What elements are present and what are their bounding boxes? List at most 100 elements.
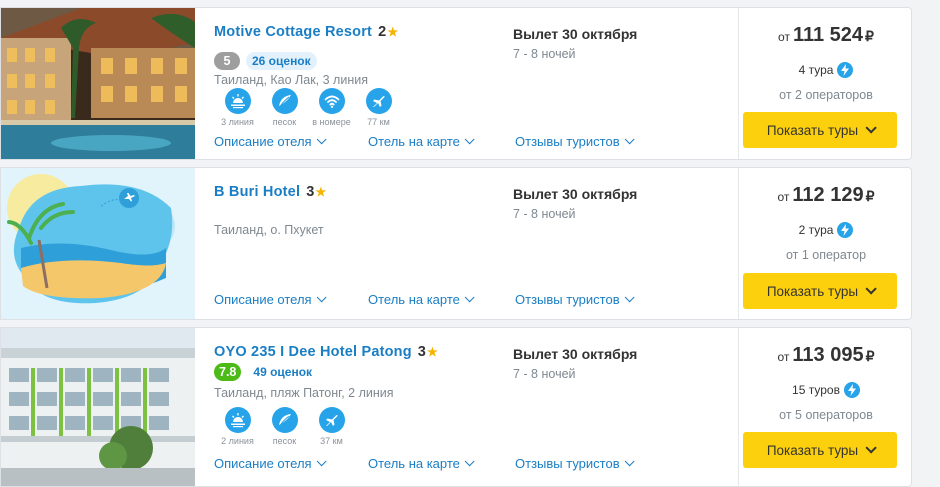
departure-date: Вылет 30 октября	[513, 186, 638, 202]
hotel-location: Таиланд, пляж Патонг, 2 линия	[214, 386, 394, 400]
hotel-photo[interactable]	[1, 8, 195, 159]
hotel-photo[interactable]	[1, 168, 195, 319]
hotel-name-text[interactable]: OYO 235 I Dee Hotel Patong	[214, 344, 412, 360]
amenity-label: 2 линия	[221, 436, 254, 446]
reviews-count[interactable]: 49 оценок	[247, 363, 319, 381]
chevron-down-icon	[865, 122, 877, 134]
price-line: от 111 524 ₽	[739, 24, 911, 47]
amenity-item: 77 км	[355, 88, 402, 127]
show-tours-button[interactable]: Показать туры	[743, 112, 897, 148]
sand-icon	[271, 88, 298, 114]
show-tours-button[interactable]: Показать туры	[743, 432, 897, 468]
amenity-item: песок	[261, 88, 308, 127]
price-from: от	[777, 190, 790, 204]
link-label[interactable]: Отель на карте	[368, 292, 460, 307]
chevron-down-icon	[316, 456, 327, 467]
price-value: 111 524	[792, 24, 864, 46]
operators-count: от 5 операторов	[779, 408, 873, 422]
tours-line: 2 тура	[739, 222, 911, 238]
sand-icon	[271, 407, 298, 433]
amenity-item: в номере	[308, 88, 355, 127]
operators-count: от 1 оператор	[785, 248, 867, 262]
link-label[interactable]: Отель на карте	[368, 456, 460, 471]
reviews-count[interactable]: 26 оценок	[246, 52, 317, 70]
nights-count: 7 - 8 ночей	[513, 47, 576, 61]
price-from: от	[778, 30, 790, 44]
chevron-down-icon	[316, 292, 327, 303]
lightning-icon	[843, 382, 860, 398]
hotel-card: Motive Cottage Resort 2★ 5 26 оценок Таил…	[0, 7, 912, 160]
tours-count: 15 туров	[792, 383, 840, 397]
button-label[interactable]: Показать туры	[767, 123, 858, 138]
hotel-card: B Buri Hotel 3★ Таиланд, о. Пхукет Описан…	[0, 167, 912, 320]
rating-row: 7.8 49 оценок	[214, 363, 319, 381]
chevron-down-icon	[316, 134, 327, 145]
amenity-label: песок	[272, 117, 297, 127]
hotel-location: Таиланд, Као Лак, 3 линия	[214, 73, 368, 87]
link-label[interactable]: Отель на карте	[368, 134, 460, 149]
hotel-links: Описание отеля Отель на карте Отзывы тур…	[214, 456, 635, 471]
tours-count: 4 тура	[798, 63, 834, 77]
hotel-map-link[interactable]: Отель на карте	[368, 292, 515, 307]
button-label[interactable]: Показать туры	[767, 284, 858, 299]
tourist-reviews-link[interactable]: Отзывы туристов	[515, 292, 635, 307]
chevron-down-icon	[865, 442, 877, 454]
amenities-list: 3 линия песок в номере 77 км	[214, 88, 402, 127]
tours-line: 4 тура	[739, 62, 911, 78]
tours-count: 2 тура	[798, 223, 834, 237]
chevron-down-icon	[624, 134, 635, 145]
link-label[interactable]: Описание отеля	[214, 134, 312, 149]
currency-symbol: ₽	[865, 188, 875, 204]
link-label[interactable]: Описание отеля	[214, 292, 312, 307]
departure-info: Вылет 30 октября 7 - 8 ночей	[513, 346, 637, 381]
star-count: 2	[378, 24, 387, 40]
hotel-description-link[interactable]: Описание отеля	[214, 292, 368, 307]
hotel-photo[interactable]	[1, 328, 195, 486]
rating-row: 5 26 оценок	[214, 52, 317, 70]
link-label[interactable]: Отзывы туристов	[515, 456, 620, 471]
sunrise-icon	[224, 407, 251, 433]
link-label[interactable]: Отзывы туристов	[515, 134, 620, 149]
hotel-card: OYO 235 I Dee Hotel Patong 3★ 7.8 49 оцен…	[0, 327, 912, 487]
chevron-down-icon	[624, 292, 635, 303]
hotel-name-text[interactable]: B Buri Hotel	[214, 184, 300, 200]
amenities-list: 2 линия песок 37 км	[214, 407, 355, 446]
amenity-label: 37 км	[320, 436, 343, 446]
hotel-location: Таиланд, о. Пхукет	[214, 223, 324, 237]
link-label[interactable]: Описание отеля	[214, 456, 312, 471]
rating-badge: 5	[214, 52, 240, 70]
hotel-description-link[interactable]: Описание отеля	[214, 456, 368, 471]
price-value: 113 095	[792, 344, 864, 366]
star-count: 3	[306, 184, 315, 200]
price-value: 112 129	[792, 184, 864, 206]
operators-count: от 2 операторов	[779, 88, 873, 102]
link-label[interactable]: Отзывы туристов	[515, 292, 620, 307]
tourist-reviews-link[interactable]: Отзывы туристов	[515, 456, 635, 471]
hotel-map-link[interactable]: Отель на карте	[368, 134, 515, 149]
price-line: от 112 129 ₽	[739, 184, 911, 207]
hotel-name[interactable]: B Buri Hotel 3★	[214, 184, 326, 200]
amenity-label: 77 км	[367, 117, 390, 127]
hotel-links: Описание отеля Отель на карте Отзывы тур…	[214, 292, 635, 307]
chevron-down-icon	[865, 283, 877, 295]
hotel-name[interactable]: OYO 235 I Dee Hotel Patong 3★	[214, 344, 438, 360]
amenity-item: 2 линия	[214, 407, 261, 446]
lightning-icon	[837, 222, 854, 238]
lightning-icon	[837, 62, 854, 78]
hotel-name[interactable]: Motive Cottage Resort 2★	[214, 24, 398, 40]
hotel-name-text[interactable]: Motive Cottage Resort	[214, 24, 372, 40]
star-icon: ★	[315, 185, 327, 199]
airplane-icon	[365, 88, 392, 114]
tours-line: 15 туров	[739, 382, 911, 398]
hotel-description-link[interactable]: Описание отеля	[214, 134, 368, 149]
amenity-item: 37 км	[308, 407, 355, 446]
show-tours-button[interactable]: Показать туры	[743, 273, 897, 309]
chevron-down-icon	[624, 456, 635, 467]
price-line: от 113 095 ₽	[739, 344, 911, 367]
star-icon: ★	[387, 25, 399, 39]
tourist-reviews-link[interactable]: Отзывы туристов	[515, 134, 635, 149]
button-label[interactable]: Показать туры	[767, 443, 858, 458]
chevron-down-icon	[464, 134, 475, 145]
rating-badge: 7.8	[214, 363, 242, 381]
hotel-map-link[interactable]: Отель на карте	[368, 456, 515, 471]
